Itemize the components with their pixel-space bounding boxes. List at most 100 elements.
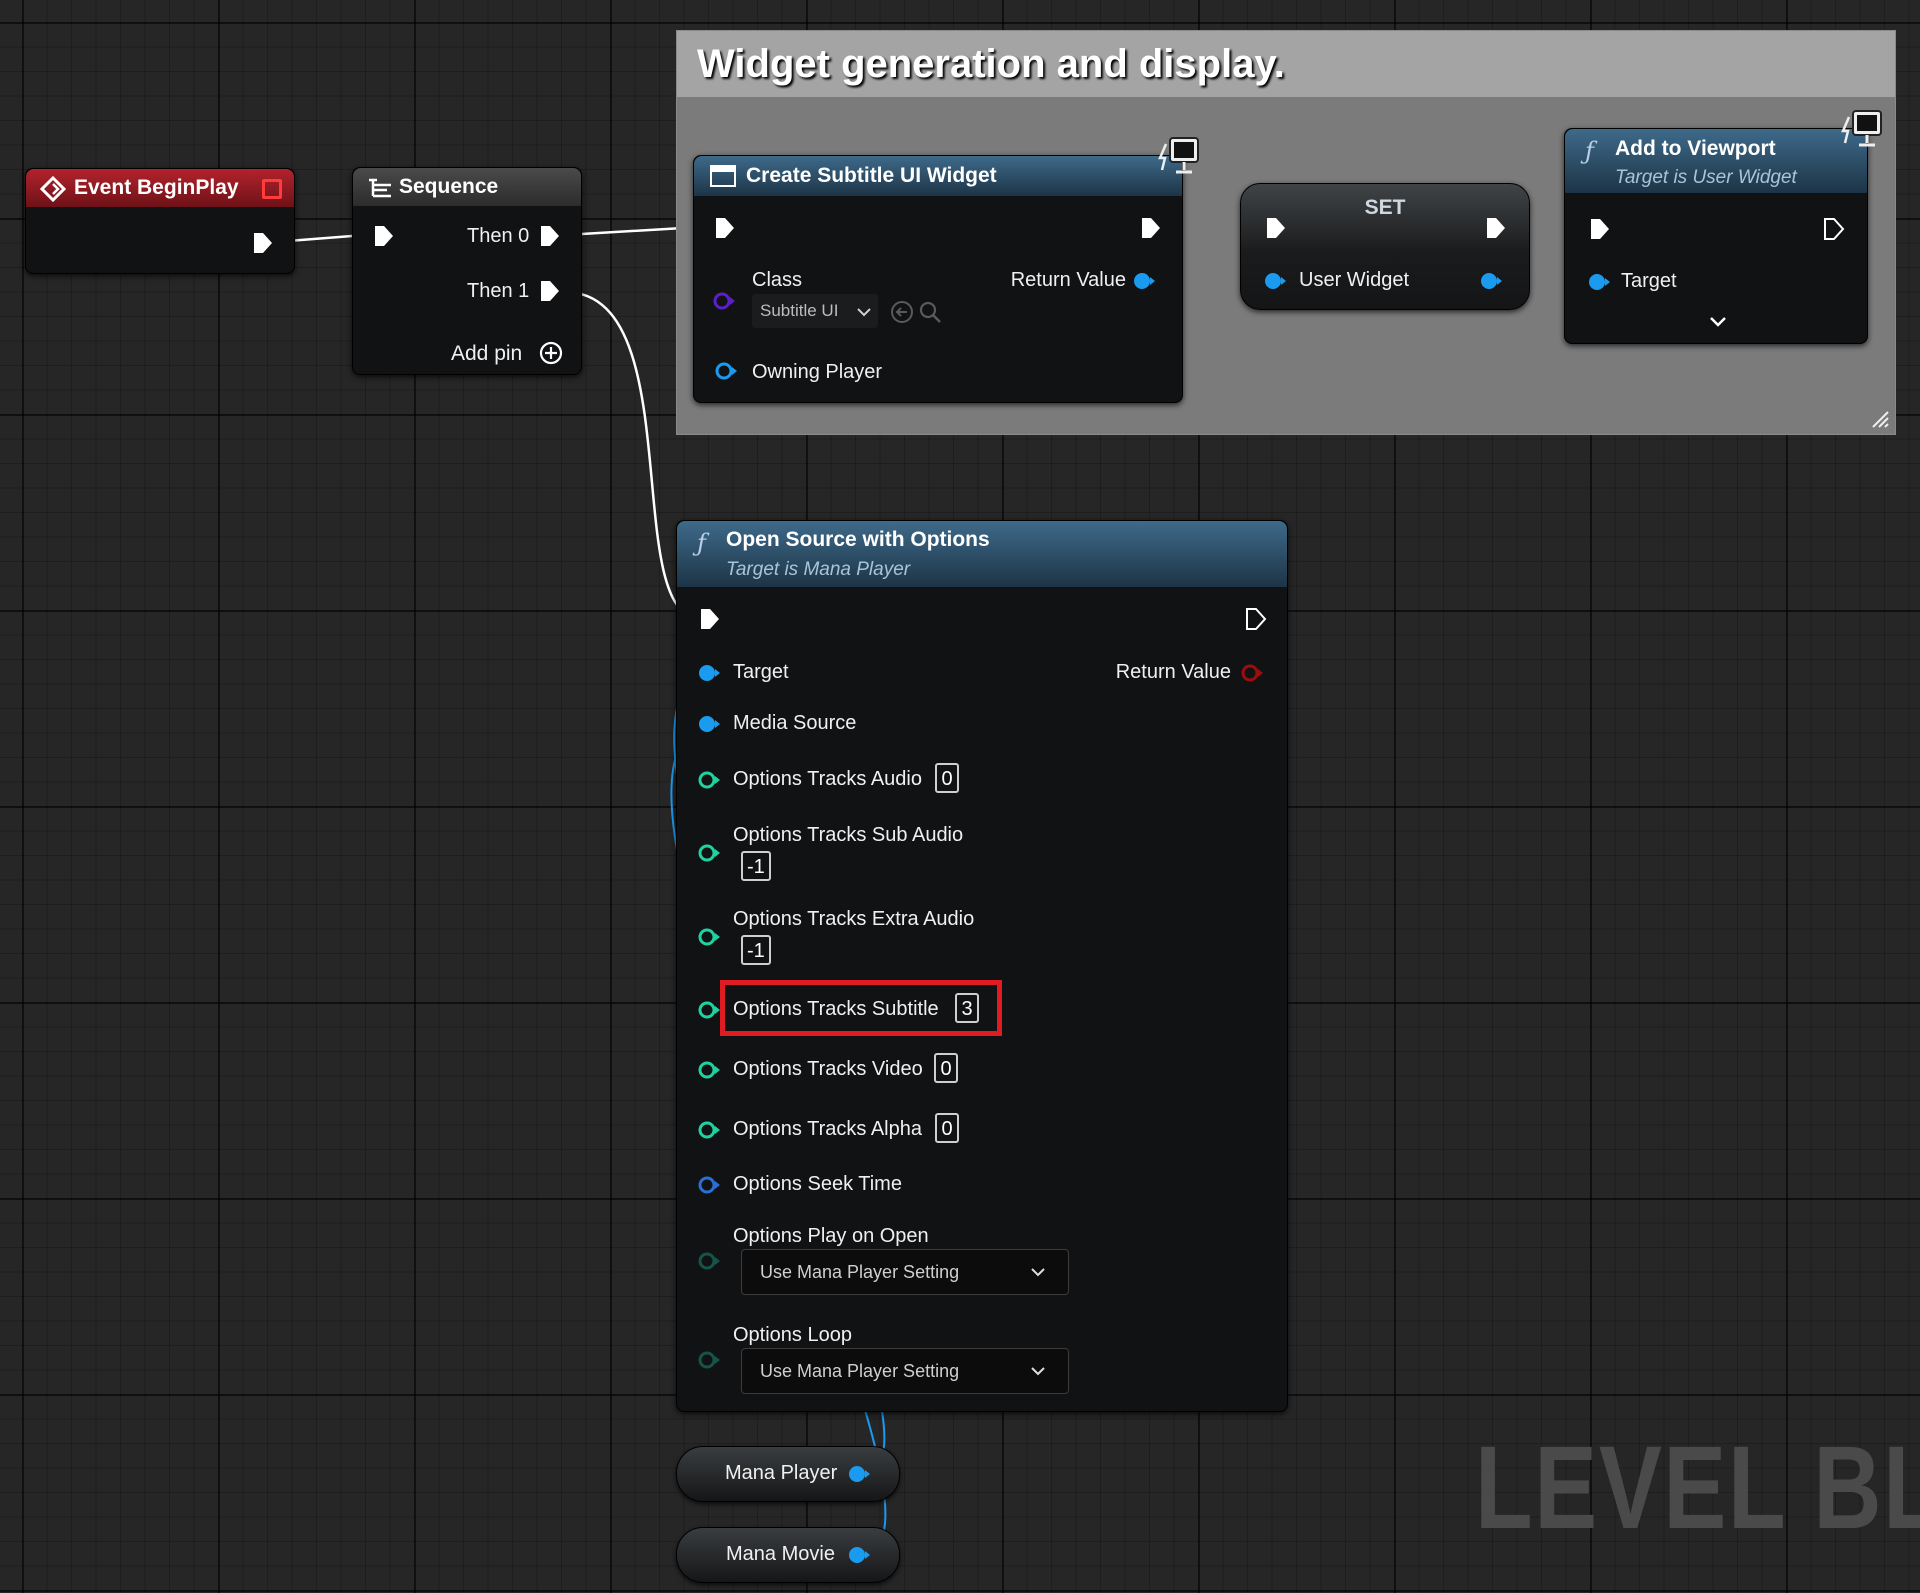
exec-in-pin[interactable] — [1265, 216, 1287, 240]
then-0-label: Then 0 — [467, 225, 530, 247]
class-select-value: Subtitle UI — [760, 301, 839, 320]
exec-out-pin[interactable] — [252, 231, 274, 255]
sequence-node[interactable]: Sequence Then 0 Then 1 Add pin — [352, 167, 582, 375]
play-on-open-pin[interactable] — [697, 1251, 721, 1271]
user-widget-in-pin[interactable] — [1263, 271, 1287, 291]
comment-title[interactable]: Widget generation and display. — [677, 31, 1895, 97]
event-begin-play-title: Event BeginPlay — [74, 176, 239, 199]
seek-time-pin[interactable] — [697, 1175, 721, 1195]
then-1-label: Then 1 — [467, 280, 530, 302]
event-begin-play-header: Event BeginPlay — [26, 169, 294, 207]
target-pin[interactable] — [1587, 272, 1611, 292]
loop-dropdown[interactable]: Use Mana Player Setting — [741, 1348, 1069, 1394]
media-source-label: Media Source — [733, 712, 857, 734]
browse-search-icon[interactable] — [918, 300, 942, 324]
client-only-icon — [1841, 110, 1882, 147]
loop-value: Use Mana Player Setting — [760, 1361, 960, 1381]
open-source-title: Open Source with Options — [726, 528, 990, 551]
open-source-header: ƒ Open Source with Options Target is Man… — [677, 521, 1287, 587]
tracks-sub-audio-input[interactable]: -1 — [741, 851, 771, 881]
event-begin-play-node[interactable]: Event BeginPlay — [25, 168, 295, 274]
mana-movie-variable[interactable]: Mana Movie — [676, 1527, 900, 1583]
add-to-viewport-header: ƒ Add to Viewport Target is User Widget — [1565, 129, 1867, 193]
create-widget-header: Create Subtitle UI Widget — [694, 156, 1182, 196]
breakpoint-icon[interactable] — [262, 179, 282, 199]
exec-in-pin[interactable] — [373, 224, 395, 248]
exec-out-pin[interactable] — [1140, 216, 1162, 240]
play-on-open-dropdown[interactable]: Use Mana Player Setting — [741, 1249, 1069, 1295]
chevron-down-icon — [857, 308, 871, 317]
play-on-open-value: Use Mana Player Setting — [760, 1262, 960, 1282]
exec-out-pin[interactable] — [1485, 216, 1507, 240]
add-to-viewport-subtitle: Target is User Widget — [1615, 167, 1797, 188]
loop-label: Options Loop — [733, 1324, 852, 1346]
target-label: Target — [1621, 270, 1677, 292]
class-select[interactable]: Subtitle UI — [752, 294, 878, 328]
exec-in-pin[interactable] — [699, 607, 721, 631]
mana-movie-pin[interactable] — [847, 1545, 871, 1565]
chevron-down-icon — [1031, 1268, 1045, 1277]
widget-icon — [710, 165, 736, 187]
use-selected-icon[interactable] — [890, 300, 914, 324]
chevron-down-icon — [1031, 1367, 1045, 1376]
exec-in-pin[interactable] — [1589, 217, 1611, 241]
class-label: Class — [752, 269, 803, 291]
client-only-icon — [1158, 137, 1199, 174]
function-icon: ƒ — [1585, 137, 1594, 165]
return-value-pin[interactable] — [1132, 271, 1156, 291]
tracks-video-label: Options Tracks Video — [733, 1058, 923, 1080]
create-widget-node[interactable]: Create Subtitle UI Widget Class Subtitle… — [693, 137, 1199, 403]
tracks-extra-audio-input[interactable]: -1 — [741, 935, 771, 965]
return-value-pin[interactable] — [1240, 663, 1264, 683]
mana-player-pin[interactable] — [847, 1464, 871, 1484]
resize-handle-icon[interactable] — [1869, 408, 1889, 428]
mana-movie-label: Mana Movie — [726, 1543, 835, 1565]
tracks-alpha-pin[interactable] — [697, 1120, 721, 1140]
class-pin[interactable] — [712, 291, 736, 311]
return-value-label: Return Value — [1010, 269, 1126, 291]
tracks-alpha-label: Options Tracks Alpha — [733, 1118, 922, 1140]
tracks-sub-audio-label: Options Tracks Sub Audio — [733, 824, 964, 846]
target-pin[interactable] — [697, 663, 721, 683]
open-source-node[interactable]: ƒ Open Source with Options Target is Man… — [676, 520, 1288, 1412]
tracks-video-input[interactable]: 0 — [934, 1053, 958, 1083]
add-pin-icon[interactable] — [539, 341, 563, 365]
sequence-icon — [369, 178, 391, 198]
mana-player-label: Mana Player — [725, 1462, 838, 1484]
play-on-open-label: Options Play on Open — [733, 1225, 929, 1247]
tracks-alpha-input[interactable]: 0 — [935, 1113, 959, 1143]
tracks-audio-pin[interactable] — [697, 770, 721, 790]
user-widget-out-pin[interactable] — [1479, 271, 1503, 291]
tracks-extra-audio-label: Options Tracks Extra Audio — [733, 908, 975, 930]
open-source-subtitle: Target is Mana Player — [726, 559, 911, 580]
tracks-audio-input[interactable]: 0 — [935, 763, 959, 793]
then-0-pin[interactable] — [539, 224, 561, 248]
create-widget-title: Create Subtitle UI Widget — [746, 164, 997, 187]
owning-player-label: Owning Player — [752, 361, 883, 383]
exec-in-pin[interactable] — [714, 216, 736, 240]
sequence-header: Sequence — [353, 168, 581, 206]
exec-out-pin[interactable] — [1245, 607, 1267, 631]
add-to-viewport-title: Add to Viewport — [1615, 137, 1776, 160]
seek-time-label: Options Seek Time — [733, 1173, 902, 1195]
expand-chevron-icon[interactable] — [1709, 315, 1727, 329]
sequence-title: Sequence — [399, 175, 499, 198]
set-variable-node[interactable]: SET User Widget — [1240, 183, 1530, 310]
loop-pin[interactable] — [697, 1350, 721, 1370]
add-to-viewport-node[interactable]: ƒ Add to Viewport Target is User Widget … — [1564, 110, 1882, 344]
owning-player-pin[interactable] — [714, 361, 738, 381]
level-blueprint-watermark: LEVEL BL — [1475, 1422, 1920, 1554]
tracks-sub-audio-pin[interactable] — [697, 843, 721, 863]
add-pin-label[interactable]: Add pin — [451, 342, 522, 366]
tracks-extra-audio-pin[interactable] — [697, 927, 721, 947]
tracks-subtitle-pin[interactable] — [697, 1000, 721, 1020]
media-source-pin[interactable] — [697, 714, 721, 734]
tracks-video-pin[interactable] — [697, 1060, 721, 1080]
then-1-pin[interactable] — [539, 279, 561, 303]
event-diamond-icon — [40, 176, 66, 202]
target-label: Target — [733, 661, 789, 683]
user-widget-label: User Widget — [1299, 269, 1410, 291]
tracks-audio-label: Options Tracks Audio — [733, 768, 922, 790]
mana-player-variable[interactable]: Mana Player — [676, 1446, 900, 1502]
exec-out-pin[interactable] — [1823, 217, 1845, 241]
